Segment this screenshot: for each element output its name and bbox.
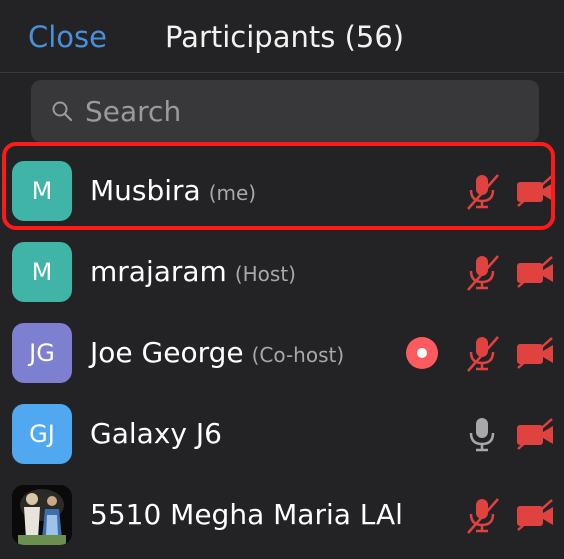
participant-role: (Host) xyxy=(234,262,296,286)
video-off-icon[interactable] xyxy=(514,254,556,290)
avatar: GJ xyxy=(12,403,72,464)
video-off-icon[interactable] xyxy=(514,497,556,533)
participant-row[interactable]: GJ Galaxy J6 xyxy=(0,393,564,474)
participant-controls xyxy=(450,414,556,454)
participant-name: 5510 Megha Maria LAl xyxy=(90,498,403,531)
avatar xyxy=(12,484,72,545)
participant-role: (Co-host) xyxy=(251,343,345,367)
avatar: M xyxy=(12,160,72,221)
avatar: JG xyxy=(12,322,72,383)
participant-controls xyxy=(450,495,556,535)
mic-muted-icon[interactable] xyxy=(462,333,502,373)
participant-list: M Musbira (me) Mmrajaram (Host) JG Joe Georg… xyxy=(0,142,564,555)
close-button[interactable]: Close xyxy=(28,20,107,54)
participants-screen: Close Participants (56) M Musbira (me) Mmr… xyxy=(0,0,564,559)
avatar: M xyxy=(12,241,72,302)
video-off-icon[interactable] xyxy=(514,335,556,371)
page-title: Participants (56) xyxy=(165,20,405,54)
participant-name: mrajaram xyxy=(90,255,227,288)
participant-name: Galaxy J6 xyxy=(90,417,222,450)
participant-name-line: Musbira (me) xyxy=(90,174,256,207)
participant-name: Joe George xyxy=(90,336,244,369)
mic-muted-icon[interactable] xyxy=(462,171,502,211)
participant-role: (me) xyxy=(208,181,257,205)
participant-controls xyxy=(450,171,556,211)
participant-name-line: 5510 Megha Maria LAl xyxy=(90,498,403,531)
participant-name-line: Joe George (Co-host) xyxy=(90,336,344,369)
participant-row[interactable]: 5510 Megha Maria LAl xyxy=(0,474,564,555)
participant-controls xyxy=(406,333,556,373)
participant-row[interactable]: Mmrajaram (Host) xyxy=(0,231,564,312)
mic-icon[interactable] xyxy=(462,414,502,454)
video-off-icon[interactable] xyxy=(514,416,556,452)
participant-name-line: Galaxy J6 xyxy=(90,417,222,450)
participant-name: Musbira xyxy=(90,174,201,207)
header: Close Participants (56) xyxy=(0,0,564,73)
search-bar[interactable] xyxy=(31,80,539,142)
video-off-icon[interactable] xyxy=(514,173,556,209)
participant-controls xyxy=(450,252,556,292)
mic-muted-icon[interactable] xyxy=(462,252,502,292)
participant-row[interactable]: M Musbira (me) xyxy=(0,142,564,231)
recording-icon xyxy=(406,336,438,369)
participant-row[interactable]: JG Joe George (Co-host) xyxy=(0,312,564,393)
search-icon xyxy=(51,100,73,122)
mic-muted-icon[interactable] xyxy=(462,495,502,535)
search-input[interactable] xyxy=(83,93,539,129)
participant-name-line: mrajaram (Host) xyxy=(90,255,296,288)
